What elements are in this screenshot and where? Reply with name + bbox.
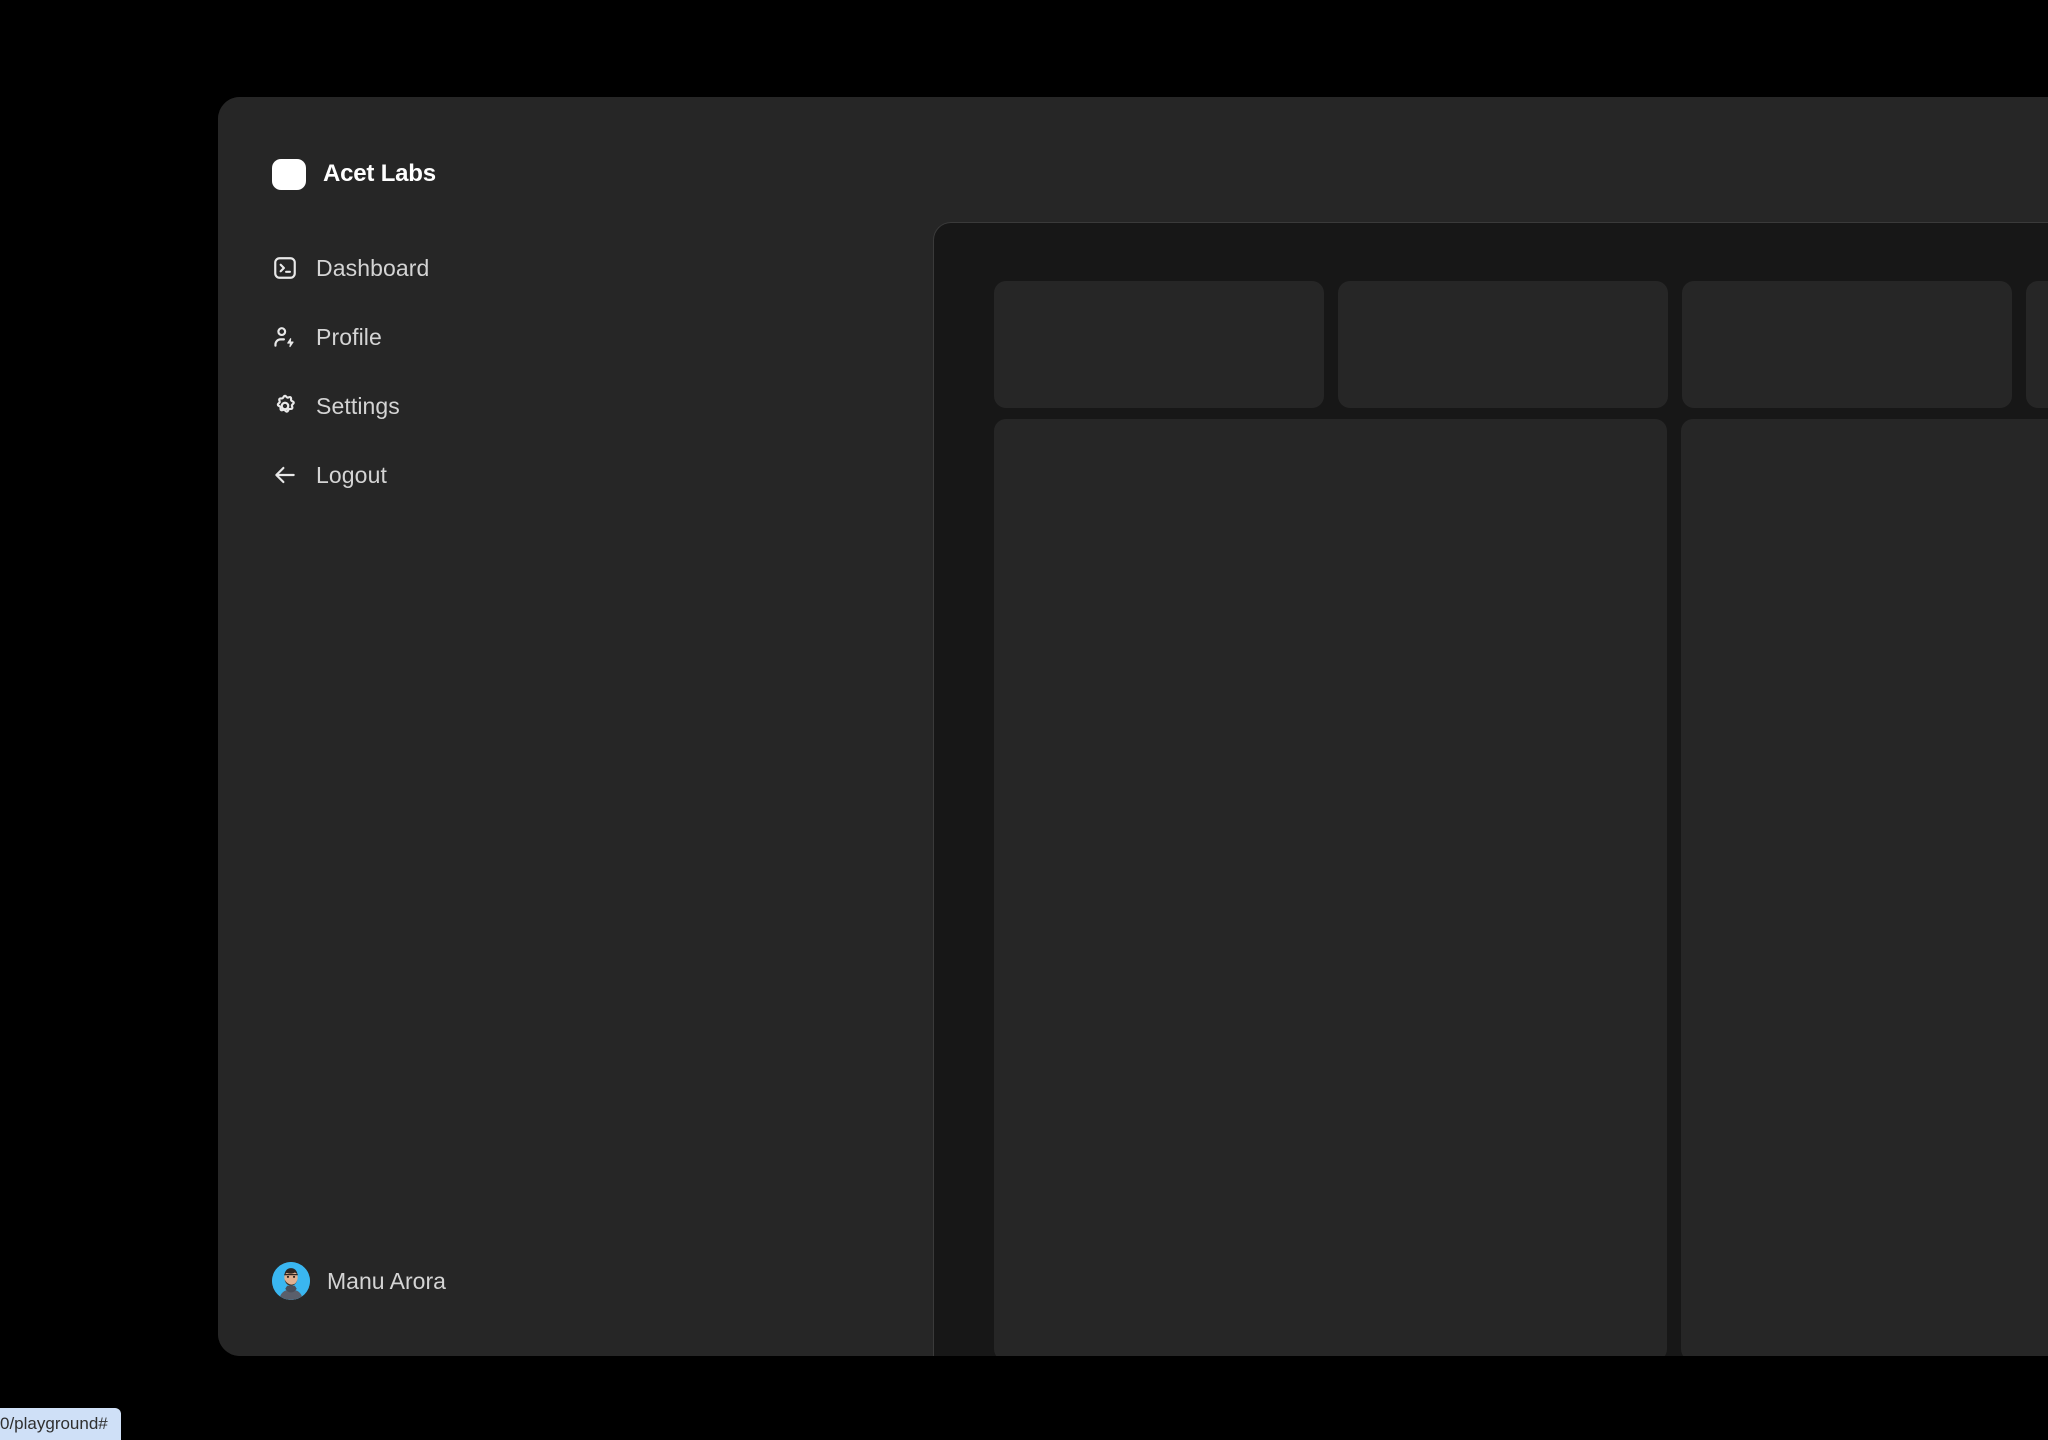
brand-name: Acet Labs xyxy=(323,160,436,187)
panel-card-row xyxy=(994,419,2048,1356)
rounded-square-logo-icon xyxy=(272,158,306,190)
arrow-left-icon xyxy=(272,462,298,488)
dashboard-panel xyxy=(933,222,2048,1356)
panel-card[interactable] xyxy=(994,419,1667,1356)
panel-card[interactable] xyxy=(1681,419,2048,1356)
sidebar-user-profile[interactable]: Manu Arora xyxy=(218,1262,715,1300)
sidebar-item-label: Profile xyxy=(316,323,382,350)
stat-card[interactable] xyxy=(1682,281,2012,408)
sidebar-item-logout[interactable]: Logout xyxy=(272,456,715,494)
stat-card[interactable] xyxy=(994,281,1324,408)
sidebar-item-label: Dashboard xyxy=(316,254,430,281)
sidebar-item-profile[interactable]: Profile xyxy=(272,318,715,356)
user-bolt-icon xyxy=(272,324,298,350)
sidebar-item-label: Logout xyxy=(316,461,387,488)
sidebar-item-dashboard[interactable]: Dashboard xyxy=(272,249,715,287)
avatar xyxy=(272,1262,310,1300)
stat-card-row xyxy=(994,281,2048,408)
sidebar-nav: Dashboard Profile Settings Logout xyxy=(218,249,715,525)
status-bar-link-preview: 0/playground# xyxy=(0,1408,121,1440)
gear-icon xyxy=(272,393,298,419)
stat-card[interactable] xyxy=(2026,281,2048,408)
square-terminal-icon xyxy=(272,255,298,281)
app-shell: Acet Labs Dashboard Profile Settings Log… xyxy=(218,97,2048,1356)
sidebar: Acet Labs Dashboard Profile Settings Log… xyxy=(218,97,715,1356)
sidebar-user-name: Manu Arora xyxy=(327,1267,446,1294)
stat-card[interactable] xyxy=(1338,281,1668,408)
brand[interactable]: Acet Labs xyxy=(218,157,715,191)
sidebar-item-label: Settings xyxy=(316,392,400,419)
sidebar-item-settings[interactable]: Settings xyxy=(272,387,715,425)
